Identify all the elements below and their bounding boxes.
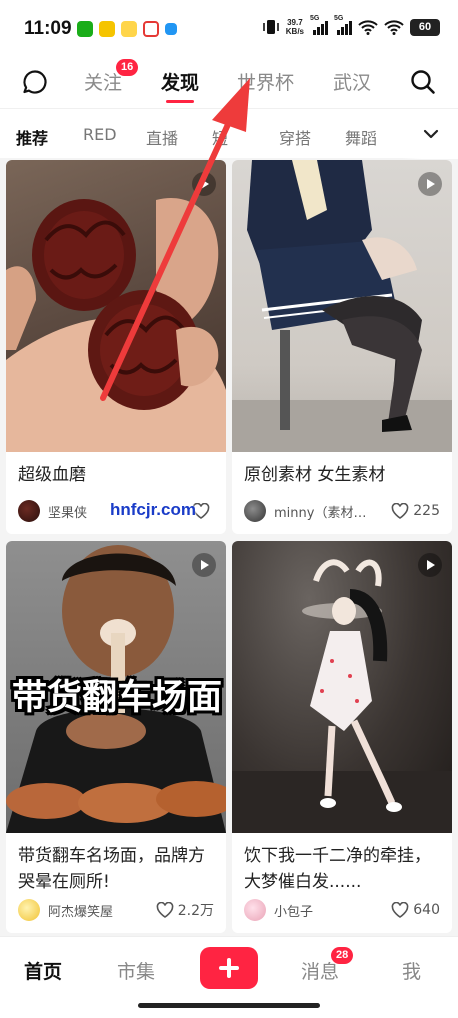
- app-notification-icon: [143, 21, 159, 37]
- battery-indicator: 60: [410, 18, 440, 36]
- like-count: 2.2万: [177, 903, 214, 919]
- avatar[interactable]: [244, 899, 266, 921]
- site-watermark: hnfcjr.com: [110, 500, 196, 519]
- following-badge: 16: [116, 59, 139, 76]
- tab-label: 发现: [161, 72, 200, 94]
- card-title[interactable]: 饮下我一千二净的牵挂，大梦催白发......: [232, 833, 452, 895]
- tab-following[interactable]: 关注 16: [84, 59, 139, 95]
- card-likes[interactable]: 640: [391, 902, 440, 918]
- feed-card[interactable]: 原创素材 女生素材 minny（素材… 225: [232, 160, 452, 534]
- nav-home[interactable]: 首页: [24, 957, 62, 984]
- heart-icon: [391, 503, 409, 519]
- feed-card[interactable]: 超级血磨 坚果侠: [6, 160, 226, 534]
- avatar[interactable]: [18, 899, 40, 921]
- tab-label: 世界杯: [237, 72, 295, 94]
- tab-label: 武汉: [333, 72, 372, 94]
- signal-sim2-icon: 5G: [334, 15, 352, 35]
- wifi-icon: [384, 20, 404, 35]
- card-cover-image[interactable]: [232, 541, 452, 833]
- messages-badge: 28: [331, 947, 354, 964]
- card-cover-image[interactable]: [6, 160, 226, 452]
- network-speed: 39.7 KB/s: [286, 18, 304, 36]
- video-play-icon: [418, 553, 442, 577]
- app-notification-icon: [121, 21, 137, 37]
- category-bar: 推荐 RED 直播 短 穿搭 舞蹈: [0, 108, 458, 159]
- tab-world-cup[interactable]: 世界杯: [237, 68, 294, 95]
- card-author[interactable]: 小包子: [274, 901, 391, 920]
- vibrate-icon: [262, 20, 279, 34]
- card-cover-image[interactable]: 带货翻车场面: [6, 541, 226, 833]
- heart-icon: [391, 902, 409, 918]
- card-meta: 阿杰爆笑屋 2.2万: [18, 899, 214, 921]
- tab-label: 关注: [84, 72, 123, 94]
- feed-card[interactable]: 饮下我一千二净的牵挂，大梦催白发...... 小包子 640: [232, 541, 452, 933]
- status-bar: 11:09 39.7 KB/s 5G 5G 60: [0, 0, 458, 56]
- video-play-icon: [192, 553, 216, 577]
- category-red[interactable]: RED: [83, 125, 117, 144]
- tab-wuhan[interactable]: 武汉: [333, 68, 371, 95]
- search-icon[interactable]: [410, 69, 436, 95]
- card-cover-image[interactable]: [232, 160, 452, 452]
- message-bubble-icon[interactable]: [22, 69, 48, 95]
- like-count: 640: [413, 902, 440, 918]
- app-notification-icon: [165, 23, 177, 35]
- nav-me[interactable]: 我: [402, 957, 421, 984]
- like-count: 225: [413, 503, 440, 519]
- top-nav: 关注 16 发现 世界杯 武汉: [0, 56, 458, 108]
- card-title[interactable]: 原创素材 女生素材: [232, 452, 452, 488]
- tab-discover[interactable]: 发现: [161, 68, 199, 95]
- dancer-photo: [232, 160, 452, 452]
- avatar[interactable]: [244, 500, 266, 522]
- nav-messages[interactable]: 消息 28: [301, 947, 354, 984]
- card-author[interactable]: minny（素材…: [274, 502, 391, 521]
- category-dance[interactable]: 舞蹈: [345, 125, 377, 149]
- chevron-down-icon[interactable]: [422, 125, 440, 143]
- card-meta: minny（素材… 225: [244, 500, 440, 522]
- category-short[interactable]: 短: [212, 125, 228, 149]
- card-author[interactable]: 阿杰爆笑屋: [48, 901, 156, 920]
- heart-icon: [156, 902, 174, 918]
- video-play-icon: [418, 172, 442, 196]
- card-title[interactable]: 超级血磨: [6, 452, 226, 488]
- category-live[interactable]: 直播: [146, 125, 178, 149]
- network-speed-unit: KB/s: [285, 27, 304, 36]
- cover-overlay-text: 带货翻车场面: [12, 678, 223, 718]
- wifi-icon: [358, 20, 378, 35]
- card-likes[interactable]: 225: [391, 503, 440, 519]
- category-recommend[interactable]: 推荐: [16, 125, 48, 149]
- nav-market[interactable]: 市集: [117, 957, 155, 984]
- category-outfit[interactable]: 穿搭: [279, 125, 311, 149]
- app-notification-icon: [99, 21, 115, 37]
- nav-messages-label: 消息: [301, 961, 340, 983]
- card-meta: 小包子 640: [244, 899, 440, 921]
- video-play-icon: [192, 172, 216, 196]
- home-indicator[interactable]: [138, 1003, 320, 1008]
- app-screen: 11:09 39.7 KB/s 5G 5G 60 关注 16 发现 世界杯 武汉…: [0, 0, 458, 1018]
- card-likes[interactable]: 2.2万: [156, 900, 214, 920]
- feed-card[interactable]: 带货翻车场面 带货翻车名场面，品牌方哭晕在厕所! 阿杰爆笑屋 2.2万: [6, 541, 226, 933]
- walnut-photo: [6, 198, 226, 452]
- add-post-button[interactable]: [200, 947, 258, 989]
- avatar[interactable]: [18, 500, 40, 522]
- wechat-icon: [77, 21, 93, 37]
- signal-sim1-icon: 5G: [310, 15, 328, 35]
- card-title[interactable]: 带货翻车名场面，品牌方哭晕在厕所!: [6, 833, 226, 895]
- dancer-photo: [232, 559, 452, 833]
- network-speed-value: 39.7: [287, 18, 303, 27]
- notification-icons: [77, 21, 177, 37]
- status-time: 11:09: [24, 18, 72, 39]
- status-indicators: 39.7 KB/s 5G 5G 60: [262, 15, 440, 36]
